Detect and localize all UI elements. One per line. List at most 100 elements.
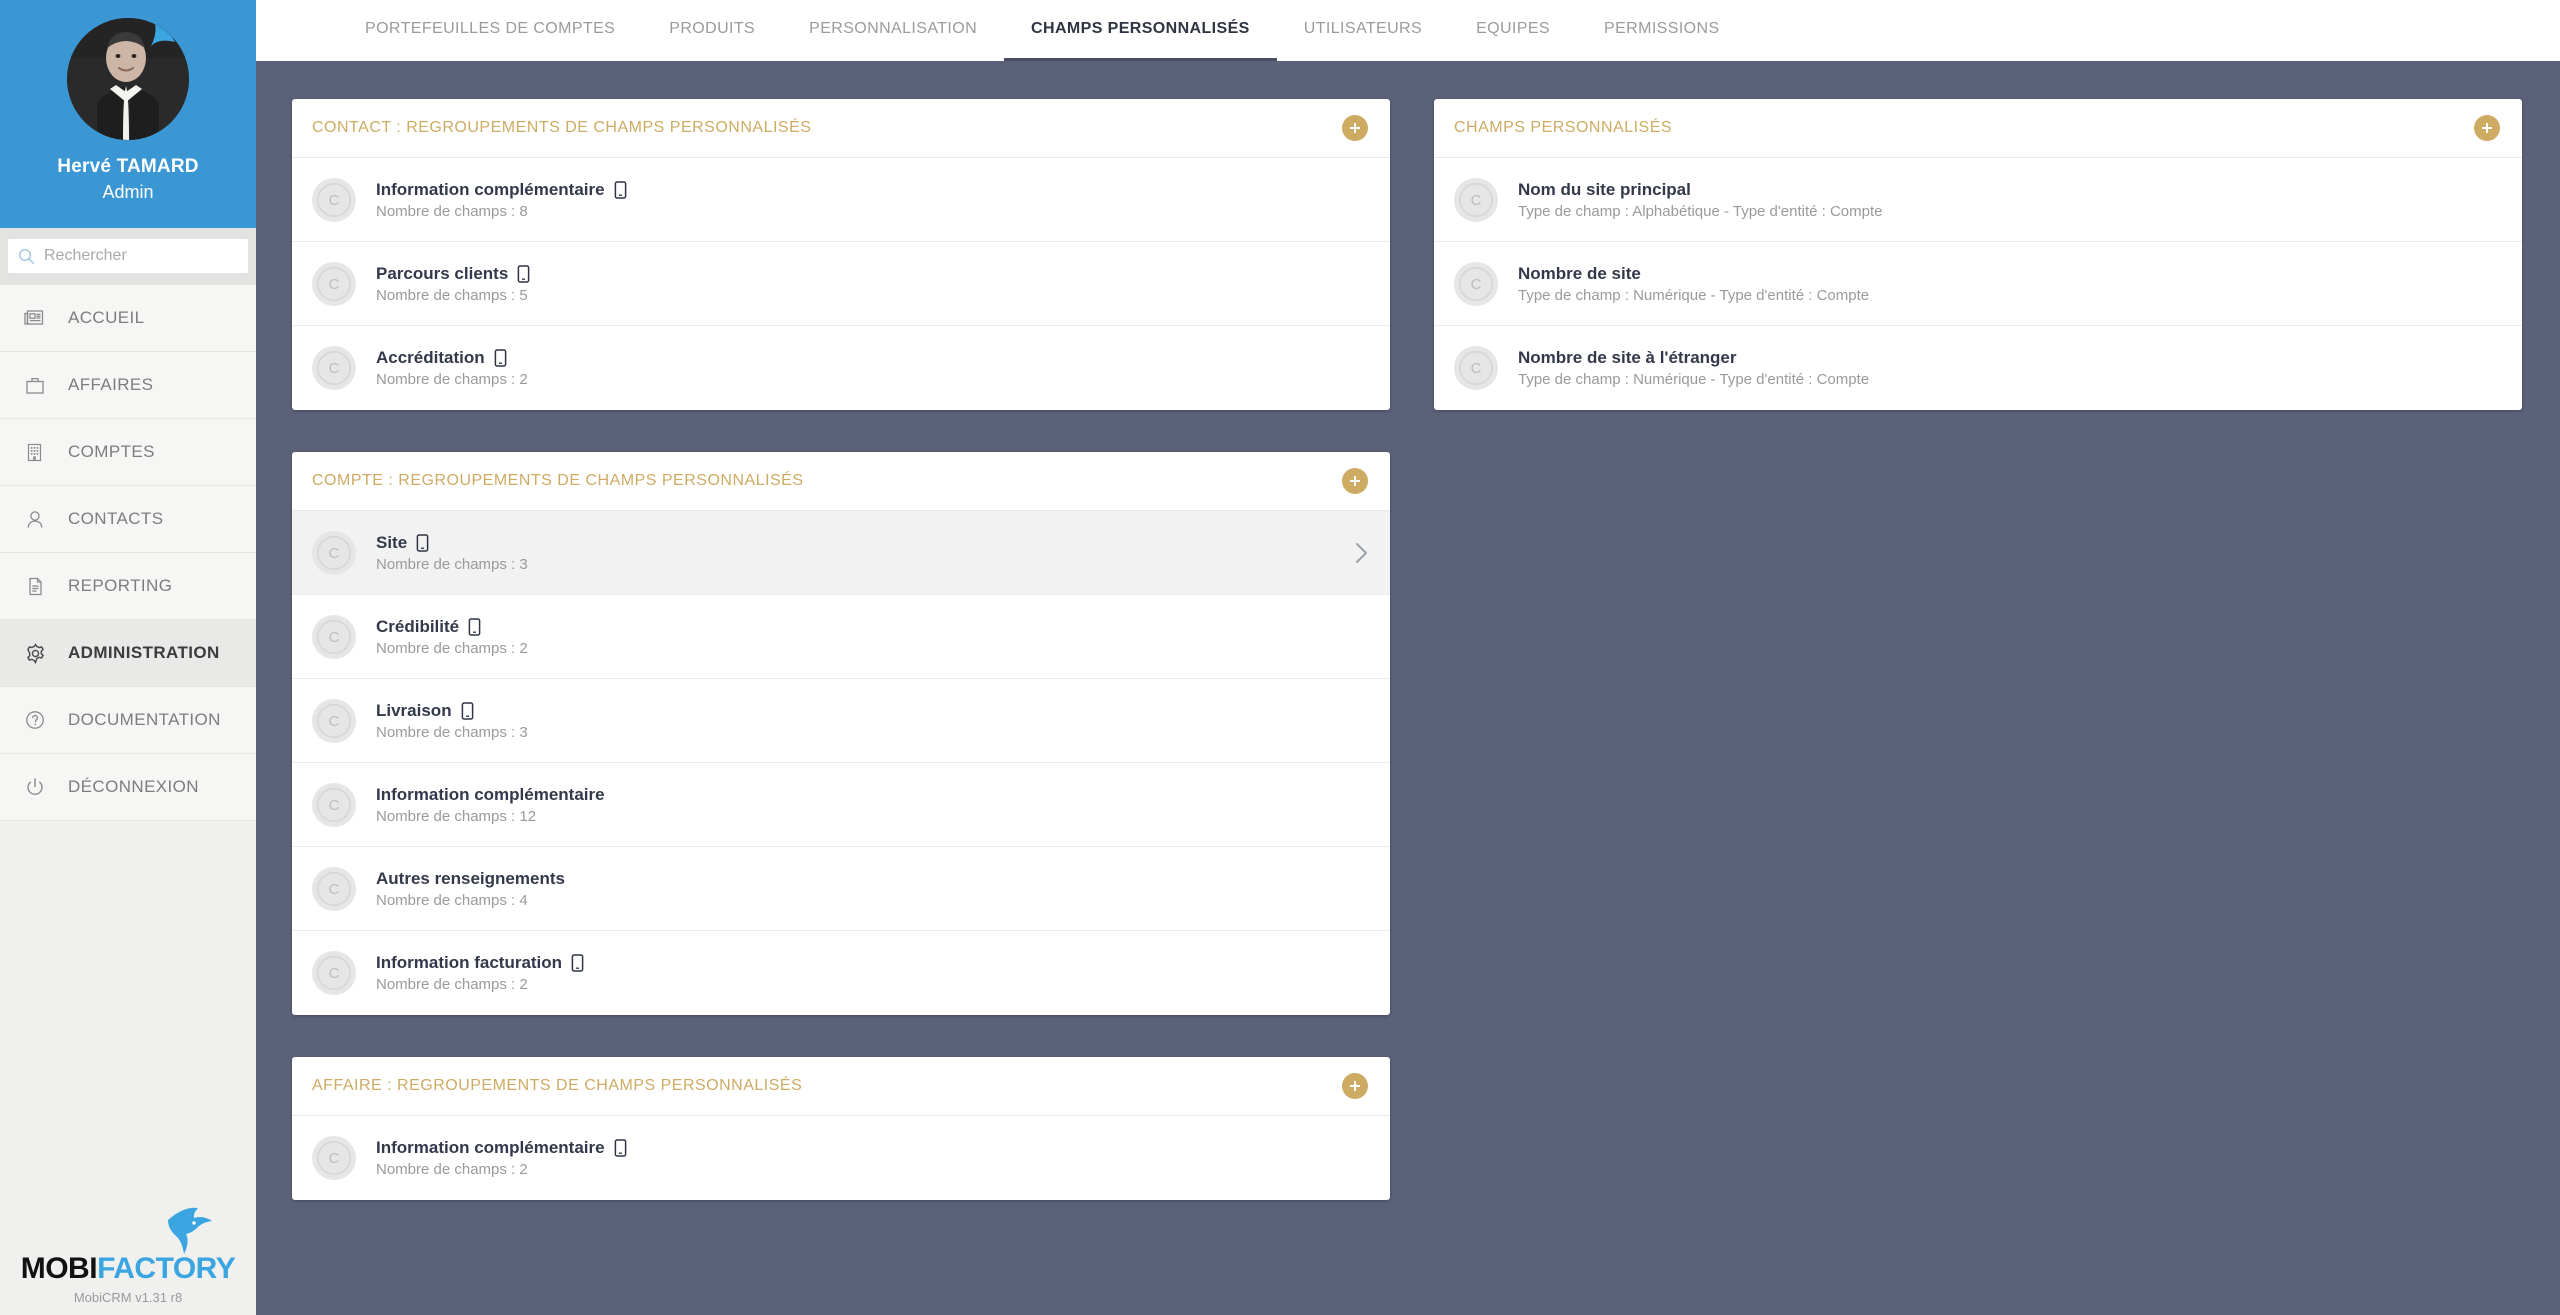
list-item[interactable]: CNombre de site à l'étrangerType de cham… (1434, 326, 2522, 410)
add-affaire-group-button[interactable] (1342, 1073, 1368, 1099)
briefcase-icon (18, 375, 52, 396)
list-item[interactable]: C Information complémentaire Nombre de cha… (292, 1116, 1390, 1200)
mobile-icon (461, 702, 474, 720)
sidebar-item-reporting[interactable]: REPORTING (0, 553, 256, 620)
sidebar-item-label: DOCUMENTATION (68, 710, 221, 730)
list-item[interactable]: CNombre de siteType de champ : Numérique… (1434, 242, 2522, 326)
tab-permissions[interactable]: PERMISSIONS (1577, 0, 1747, 61)
list-item-title-line: Information complémentaire (376, 180, 1368, 200)
add-compte-group-button[interactable] (1342, 468, 1368, 494)
svg-text:C: C (329, 192, 340, 209)
plus-icon (1348, 1079, 1362, 1093)
list-item-body: Information facturationNombre de champs … (376, 953, 1368, 993)
list-item[interactable]: CParcours clientsNombre de champs : 5 (292, 242, 1390, 326)
svg-text:C: C (329, 545, 340, 562)
list-item[interactable]: CSiteNombre de champs : 3 (292, 511, 1390, 595)
list-item-subtitle: Type de champ : Numérique - Type d'entit… (1518, 287, 2500, 304)
entity-badge-icon: C (312, 867, 356, 911)
list-item-title-line: Crédibilité (376, 617, 1368, 637)
plus-icon (2480, 121, 2494, 135)
list-item[interactable]: C Information complémentaire Nombre de cha… (292, 158, 1390, 242)
sidebar-item-documentation[interactable]: DOCUMENTATION (0, 687, 256, 754)
list-item[interactable]: C Nom du site principalType de champ : Al… (1434, 158, 2522, 242)
list-item-subtitle: Nombre de champs : 8 (376, 203, 1368, 220)
mobile-icon (517, 265, 530, 283)
entity-badge-icon: C (312, 1136, 356, 1180)
chevron-right-icon[interactable] (1355, 542, 1368, 564)
search-input[interactable] (44, 247, 238, 265)
right-column: CHAMPS PERSONNALISÉS CNom du site princi… (1434, 99, 2522, 1315)
list-item-title: Nombre de site (1518, 264, 1641, 284)
card-header: AFFAIRE : REGROUPEMENTS DE CHAMPS PERSON… (292, 1057, 1390, 1116)
mobile-icon (468, 618, 481, 636)
card-rows: C Information complémentaire Nombre de cha… (292, 158, 1390, 410)
list-item[interactable]: C Information facturationNombre de champs… (292, 931, 1390, 1015)
list-item-title: Information complémentaire (376, 1138, 605, 1158)
list-item[interactable]: C Autres renseignementsNombre de champs :… (292, 847, 1390, 931)
list-item-body: Nom du site principalType de champ : Alp… (1518, 180, 2500, 220)
list-item-body: Information complémentaire Nombre de cham… (376, 785, 1368, 825)
avatar (67, 18, 189, 140)
tab-equipes[interactable]: EQUIPES (1449, 0, 1577, 61)
app-root: Hervé TAMARD Admin (0, 0, 2560, 1315)
plus-icon (1348, 474, 1362, 488)
entity-badge-icon: C (312, 531, 356, 575)
svg-text:C: C (329, 713, 340, 730)
entity-badge-icon: C (1454, 346, 1498, 390)
card-header: COMPTE : REGROUPEMENTS DE CHAMPS PERSONN… (292, 452, 1390, 511)
entity-badge-icon: C (312, 951, 356, 995)
svg-text:C: C (329, 360, 340, 377)
list-item-subtitle: Nombre de champs : 3 (376, 724, 1368, 741)
list-item-body: Autres renseignementsNombre de champs : … (376, 869, 1368, 909)
sidebar-item-label: ADMINISTRATION (68, 643, 220, 663)
add-custom-field-button[interactable] (2474, 115, 2500, 141)
list-item-subtitle: Nombre de champs : 5 (376, 287, 1368, 304)
list-item-title: Livraison (376, 701, 452, 721)
list-item[interactable]: C AccréditationNombre de champs : 2 (292, 326, 1390, 410)
list-item-subtitle: Nombre de champs : 2 (376, 1161, 1368, 1178)
list-item-subtitle: Nombre de champs : 2 (376, 640, 1368, 657)
search-icon (18, 248, 35, 265)
card-compte-groups: COMPTE : REGROUPEMENTS DE CHAMPS PERSONN… (292, 452, 1390, 1015)
user-photo-avatar-icon (67, 18, 189, 140)
list-item-subtitle: Type de champ : Alphabétique - Type d'en… (1518, 203, 2500, 220)
tab-utilisateurs[interactable]: UTILISATEURS (1277, 0, 1449, 61)
list-item-title-line: Information facturation (376, 953, 1368, 973)
svg-text:C: C (329, 276, 340, 293)
search-container (0, 228, 256, 284)
sidebar-item-administration[interactable]: ADMINISTRATION (0, 620, 256, 687)
sidebar-item-label: COMPTES (68, 442, 155, 462)
card-contact-groups: CONTACT : REGROUPEMENTS DE CHAMPS PERSON… (292, 99, 1390, 410)
list-item-body: Information complémentaire Nombre de cham… (376, 1138, 1368, 1178)
list-item-body: AccréditationNombre de champs : 2 (376, 348, 1368, 388)
list-item-body: Nombre de site Type de champ : Numérique … (1518, 264, 2500, 304)
left-column: CONTACT : REGROUPEMENTS DE CHAMPS PERSON… (292, 99, 1390, 1315)
list-item-subtitle: Nombre de champs : 12 (376, 808, 1368, 825)
list-item[interactable]: C Livraison Nombre de champs : 3 (292, 679, 1390, 763)
sidebar-item-deconnexion[interactable]: DÉCONNEXION (0, 754, 256, 821)
tab-portefeuilles-de-comptes[interactable]: PORTEFEUILLES DE COMPTES (338, 0, 642, 61)
sidebar-item-comptes[interactable]: COMPTES (0, 419, 256, 486)
bird-logo-icon (160, 1204, 218, 1261)
list-item-title: Information complémentaire (376, 785, 605, 805)
entity-badge-icon: C (312, 615, 356, 659)
mobile-icon (416, 534, 429, 552)
person-icon (18, 509, 52, 530)
list-item-title-line: Information complémentaire (376, 1138, 1368, 1158)
entity-badge-icon: C (1454, 178, 1498, 222)
add-contact-group-button[interactable] (1342, 115, 1368, 141)
list-item-title-line: Information complémentaire (376, 785, 1368, 805)
building-icon (18, 442, 52, 463)
tab-produits[interactable]: PRODUITS (642, 0, 782, 61)
search-box[interactable] (8, 239, 248, 273)
sidebar-item-affaires[interactable]: AFFAIRES (0, 352, 256, 419)
list-item[interactable]: C Crédibilité Nombre de champs : 2 (292, 595, 1390, 679)
list-item-title: Nombre de site à l'étranger (1518, 348, 1737, 368)
tab-champs-personnalises[interactable]: CHAMPS PERSONNALISÉS (1004, 0, 1277, 61)
list-item[interactable]: CInformation complémentaireNombre de cha… (292, 763, 1390, 847)
top-tab-bar: PORTEFEUILLES DE COMPTES PRODUITS PERSON… (256, 0, 2560, 61)
sidebar-item-accueil[interactable]: ACCUEIL (0, 285, 256, 352)
list-item-subtitle: Nombre de champs : 2 (376, 371, 1368, 388)
tab-personnalisation[interactable]: PERSONNALISATION (782, 0, 1004, 61)
sidebar-item-contacts[interactable]: CONTACTS (0, 486, 256, 553)
